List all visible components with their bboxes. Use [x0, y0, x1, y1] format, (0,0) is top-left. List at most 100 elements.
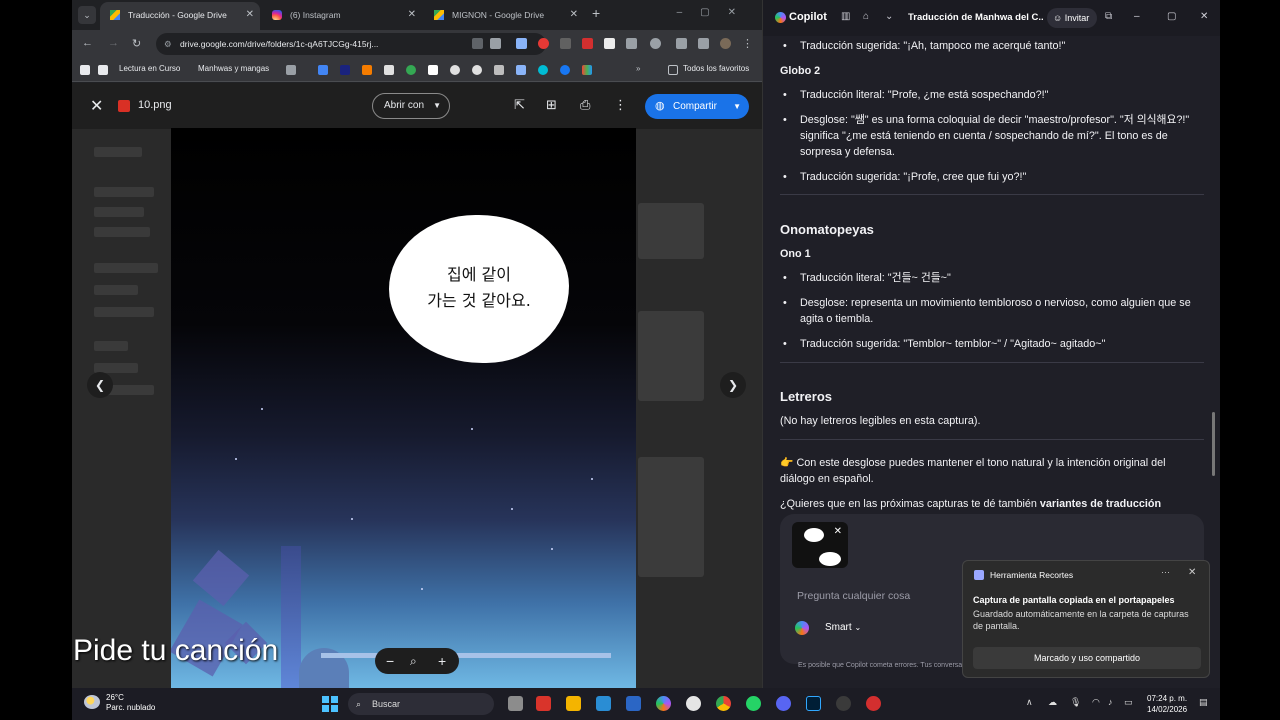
discord-icon[interactable]: [776, 696, 791, 711]
weather-widget[interactable]: 26°C Parc. nublado: [106, 693, 155, 713]
weather-icon[interactable]: [84, 695, 100, 709]
bookmark-icon[interactable]: [472, 65, 482, 75]
task-view-icon[interactable]: [508, 696, 523, 711]
add-comment-icon[interactable]: ⊞: [546, 97, 557, 113]
chevron-down-icon[interactable]: ⌄: [885, 11, 893, 22]
close-tab-icon[interactable]: ✕: [246, 2, 254, 28]
bookmark-icon[interactable]: [384, 65, 394, 75]
taskbar-app-icon[interactable]: [626, 696, 641, 711]
caret-down-icon[interactable]: ▼: [733, 94, 741, 119]
close-viewer-icon[interactable]: ✕: [90, 96, 103, 116]
bookmark-lectura[interactable]: Lectura en Curso: [119, 64, 180, 73]
download-icon[interactable]: [676, 38, 687, 49]
home-icon[interactable]: ⌂: [863, 11, 869, 22]
site-info-icon[interactable]: ⚙: [164, 33, 172, 55]
extension-icon[interactable]: [560, 38, 571, 49]
whatsapp-icon[interactable]: [746, 696, 761, 711]
history-icon[interactable]: [650, 38, 661, 49]
share-button[interactable]: ◍ Compartir ▼: [645, 94, 749, 119]
bookmark-icon[interactable]: [494, 65, 504, 75]
wifi-icon[interactable]: ◠: [1092, 697, 1100, 708]
bookmark-icon[interactable]: [538, 65, 548, 75]
bookmark-icon[interactable]: [98, 65, 108, 75]
chrome-icon[interactable]: [716, 696, 731, 711]
menu-icon[interactable]: ⋮: [742, 37, 753, 50]
tab-search-button[interactable]: ⌄: [78, 6, 96, 24]
tab-instagram[interactable]: (6) Instagram ✕: [262, 2, 422, 30]
bookmark-icon[interactable]: [362, 65, 372, 75]
show-hidden-icons[interactable]: ∧: [1026, 697, 1033, 708]
more-options-icon[interactable]: ⋮: [614, 97, 627, 113]
maximize-icon[interactable]: ▢: [1167, 11, 1176, 22]
extensions-puzzle-icon[interactable]: [626, 38, 637, 49]
extension-icon[interactable]: [516, 38, 527, 49]
taskbar-search[interactable]: ⌕ Buscar: [348, 693, 494, 715]
zoom-in-icon[interactable]: +: [438, 648, 446, 674]
bookmark-icon[interactable]: [340, 65, 350, 75]
photoshop-icon[interactable]: [806, 696, 821, 711]
open-external-icon[interactable]: ⧉: [1105, 11, 1112, 22]
close-tab-icon[interactable]: ✕: [408, 2, 416, 28]
more-bookmarks-icon[interactable]: »: [636, 64, 640, 73]
profile-avatar[interactable]: [720, 38, 731, 49]
invite-button[interactable]: ☺ Invitar: [1047, 8, 1097, 28]
bookmark-icon[interactable]: [318, 65, 328, 75]
address-bar[interactable]: ⚙ drive.google.com/drive/folders/1c-qA6T…: [156, 33, 546, 55]
chatgpt-icon[interactable]: [686, 696, 701, 711]
facebook-icon[interactable]: [560, 65, 570, 75]
extension-icon[interactable]: [538, 38, 549, 49]
bookmark-icon[interactable]: [582, 65, 592, 75]
copilot-taskbar-icon[interactable]: [656, 696, 671, 711]
apps-grid-icon[interactable]: [286, 65, 296, 75]
back-icon[interactable]: ←: [82, 37, 93, 49]
bookmark-icon[interactable]: [428, 65, 438, 75]
file-explorer-icon[interactable]: [566, 696, 581, 711]
mode-selector[interactable]: Smart ⌄: [825, 622, 861, 633]
install-app-icon[interactable]: [472, 38, 483, 49]
battery-icon[interactable]: ▭: [1124, 697, 1133, 708]
onedrive-icon[interactable]: ☁: [1048, 697, 1057, 708]
snipping-tool-notification[interactable]: Herramienta Recortes ··· ✕ Captura de pa…: [962, 560, 1210, 678]
forward-icon[interactable]: →: [108, 37, 119, 49]
attached-image-thumbnail[interactable]: ✕: [792, 522, 848, 568]
scrollbar[interactable]: [1212, 412, 1215, 476]
windows-start-icon[interactable]: [322, 696, 338, 712]
microphone-icon[interactable]: 🎙: [1070, 697, 1081, 708]
bookmark-manhwas[interactable]: Manhwas y mangas: [198, 64, 269, 73]
tab-traduccion-drive[interactable]: Traducción - Google Drive ✕: [100, 2, 260, 30]
conversation-title[interactable]: Traducción de Manhwa del C...: [908, 12, 1044, 23]
remove-attachment-icon[interactable]: ✕: [834, 526, 842, 537]
notifications-icon[interactable]: ▤: [1199, 697, 1208, 708]
bookmark-icon[interactable]: [516, 65, 526, 75]
extension-icon[interactable]: [582, 38, 593, 49]
print-icon[interactable]: ⎙: [580, 97, 590, 113]
next-image-icon[interactable]: ❯: [720, 372, 746, 398]
more-options-icon[interactable]: ···: [1161, 567, 1170, 577]
zoom-out-icon[interactable]: −: [386, 648, 394, 674]
volume-icon[interactable]: ♪: [1108, 697, 1113, 707]
extension-icon[interactable]: [604, 38, 615, 49]
window-controls[interactable]: –▢✕: [677, 7, 754, 18]
bookmark-icon[interactable]: [450, 65, 460, 75]
minimize-icon[interactable]: –: [1134, 11, 1140, 22]
reload-icon[interactable]: ↻: [132, 37, 141, 50]
message-input[interactable]: Pregunta cualquier cosa: [797, 590, 910, 602]
taskbar-clock[interactable]: 07:24 p. m. 14/02/2026: [1147, 693, 1187, 715]
taskbar-app-icon[interactable]: [596, 696, 611, 711]
bookmark-icon[interactable]: [80, 65, 90, 75]
previous-image-icon[interactable]: ❮: [87, 372, 113, 398]
close-tab-icon[interactable]: ✕: [570, 2, 578, 28]
star-bookmark-icon[interactable]: [490, 38, 501, 49]
new-tab-icon[interactable]: +: [592, 5, 600, 21]
close-notification-icon[interactable]: ✕: [1188, 567, 1196, 578]
reading-list-icon[interactable]: [698, 38, 709, 49]
open-with-button[interactable]: Abrir con ▼: [372, 93, 450, 119]
sidebar-toggle-icon[interactable]: ▥: [841, 11, 850, 22]
close-window-icon[interactable]: ✕: [1200, 11, 1208, 22]
move-to-folder-icon[interactable]: ⇱: [514, 97, 525, 113]
recorder-icon[interactable]: [866, 696, 881, 711]
taskbar-app-icon[interactable]: [536, 696, 551, 711]
zoom-reset-icon[interactable]: ⌕: [410, 648, 417, 674]
tab-mignon-drive[interactable]: MIGNON - Google Drive ✕: [424, 2, 584, 30]
bookmark-icon[interactable]: [406, 65, 416, 75]
